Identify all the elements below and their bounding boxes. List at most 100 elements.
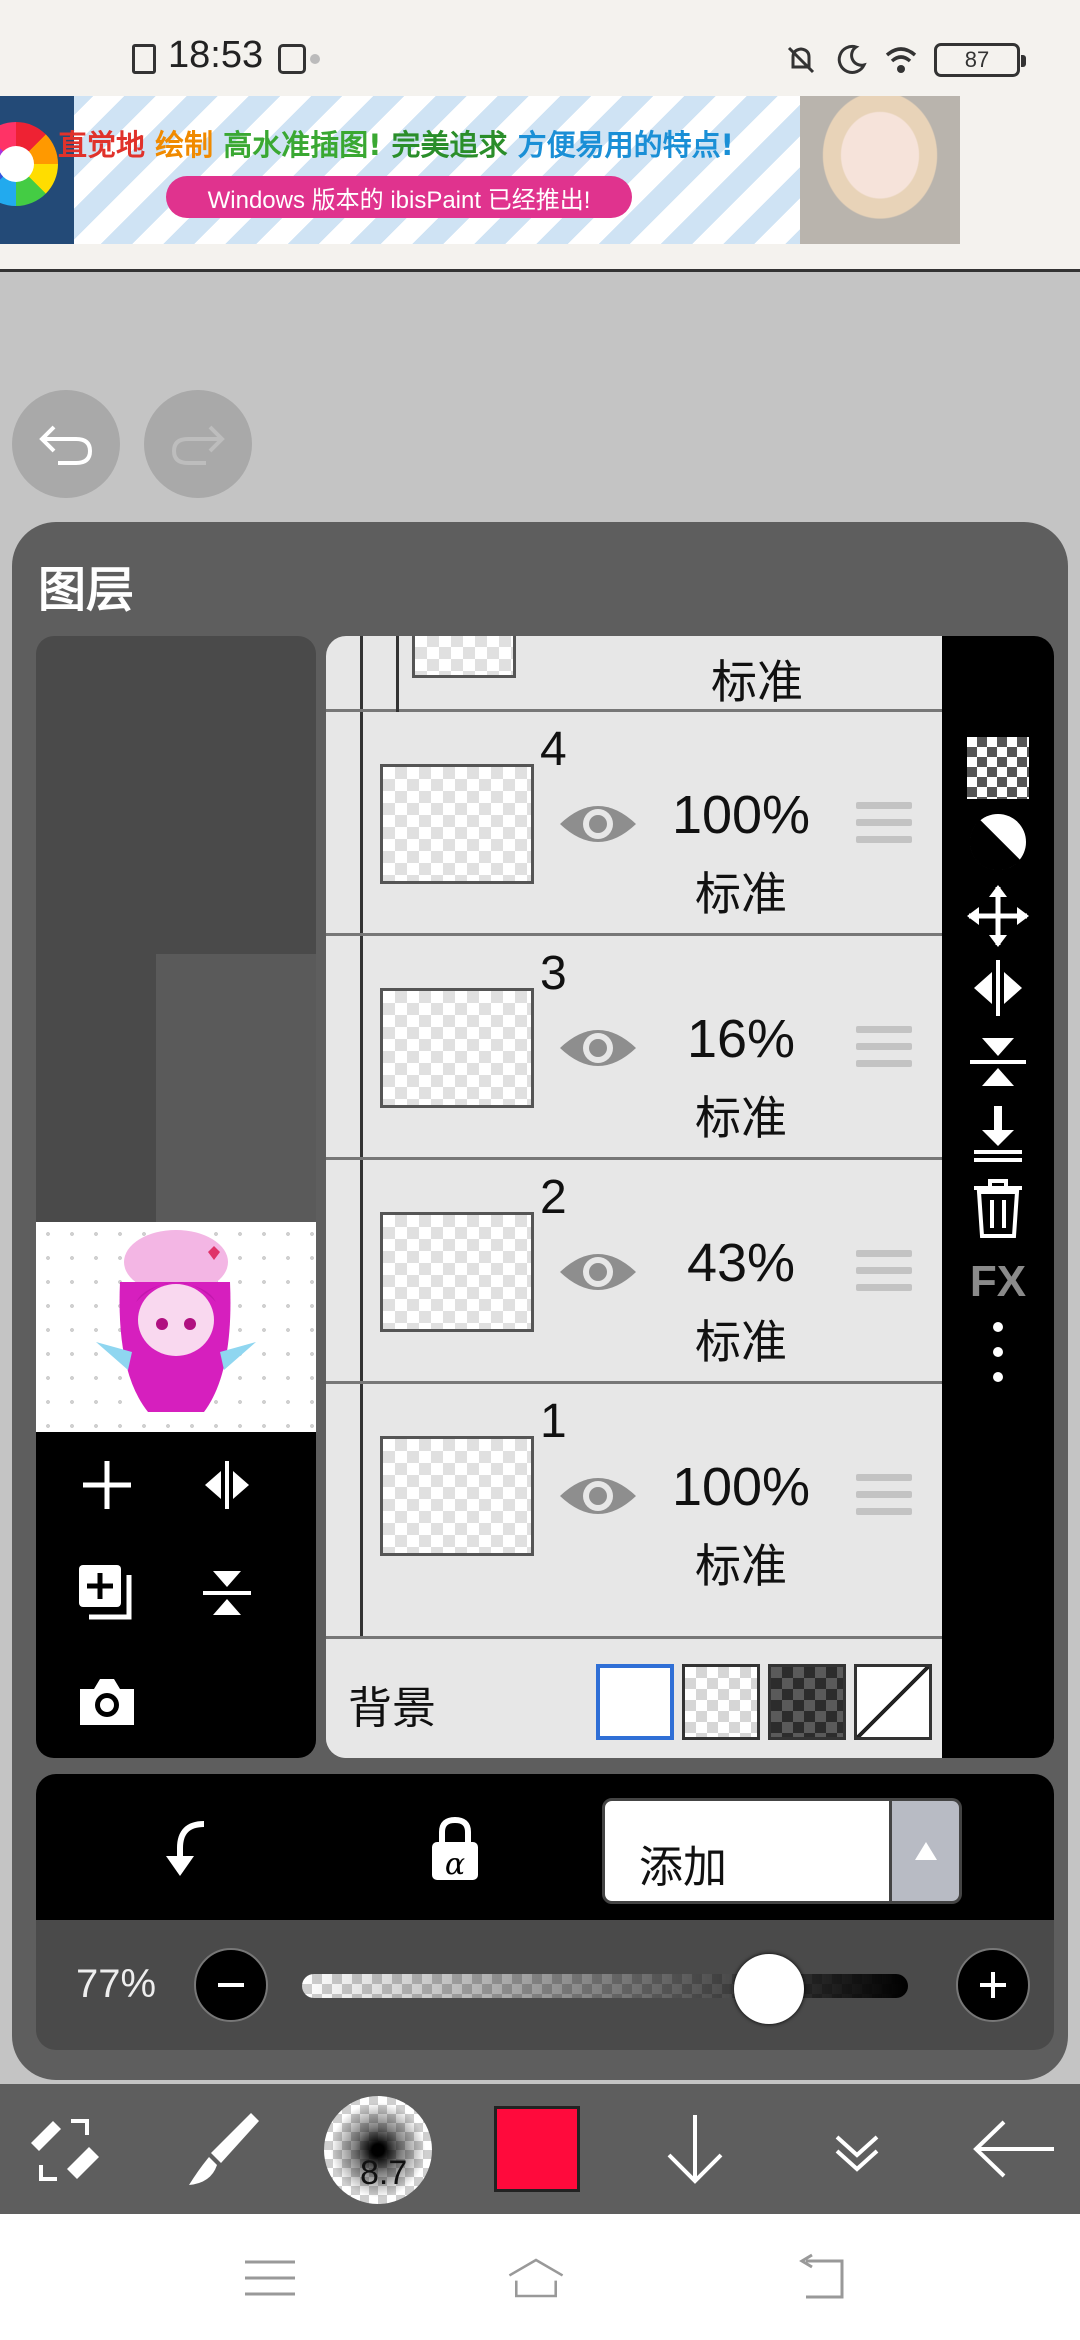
ibispaint-logo [0,96,74,244]
status-bar: 18:53 87 [0,0,1080,96]
more-options-button[interactable] [962,1316,1034,1388]
layer-row[interactable]: 3 16% 标准 [326,936,942,1160]
bg-white-swatch[interactable] [596,1664,674,1740]
layer-panel: 图层 标准 4 100% 标准 3 16% 标准 2 43% 标准 1 100%… [12,522,1068,2080]
background-label: 背景 [348,1683,436,1734]
moon-icon [837,44,867,74]
flip-vertical-button[interactable] [192,1558,262,1628]
move-down-button[interactable] [640,2094,750,2204]
eye-icon[interactable] [558,1468,638,1524]
banner-subline: Windows 版本的 ibisPaint 已经推出! [166,176,632,218]
layer-opacity: 43% [686,1233,796,1293]
menu-icon [245,2260,295,2296]
blend-mode-dropdown-button[interactable] [892,1798,962,1904]
nav-menu-button[interactable] [240,2248,300,2308]
canvas-preview-column [36,636,316,1758]
layer-row[interactable]: 4 100% 标准 [326,712,942,936]
blend-mode-select[interactable]: 添加 [602,1798,892,1904]
ad-banner-area: 直觉地 绘制 高水准插图! 完美追求 方便易用的特点! Windows 版本的 … [0,96,1080,272]
flip-layer-horizontal-button[interactable] [962,952,1034,1024]
blend-mode-bar: α 添加 [36,1774,1054,1920]
layer-blend-mode: 标准 [711,655,803,709]
layer-blend-mode: 标准 [695,1315,787,1369]
drag-handle-icon[interactable] [856,1250,912,1301]
alpha-lock-icon: α [432,1816,478,1882]
color-swatch[interactable] [494,2106,580,2192]
brush-size-button[interactable]: 8.7 [324,2096,432,2204]
background-row: 背景 [326,1636,942,1758]
system-nav-bar [0,2214,1080,2340]
bg-dark-checker-swatch[interactable] [768,1664,846,1740]
layer-opacity: 100% [671,1457,811,1517]
delete-layer-button[interactable] [962,1172,1034,1244]
preview-overlay [156,954,316,1222]
fx-button[interactable]: FX [962,1246,1034,1318]
layer-blend-mode: 标准 [695,1539,787,1593]
back-icon [799,2253,844,2299]
nav-home-button[interactable] [506,2248,566,2308]
layer-number: 1 [540,1395,567,1448]
bg-none-swatch[interactable] [854,1664,932,1740]
arrow-left-icon [973,2120,1054,2178]
layer-row[interactable]: 2 43% 标准 [326,1160,942,1384]
layer-opacity: 16% [686,1009,796,1069]
status-icons: 87 [784,40,1026,80]
bg-transparent-swatch[interactable] [682,1664,760,1740]
ad-banner[interactable]: 直觉地 绘制 高水准插图! 完美追求 方便易用的特点! Windows 版本的 … [0,96,960,244]
tool-switch-button[interactable] [10,2094,120,2204]
mute-icon [787,46,815,74]
undo-button[interactable] [12,390,120,498]
svg-text:α: α [445,1847,465,1882]
banner-headline-part: 完美追求 [391,128,518,162]
opacity-slider-handle[interactable] [733,1954,804,2024]
canvas-preview[interactable] [36,1222,316,1432]
opacity-increase-button[interactable] [956,1948,1030,2022]
drag-handle-icon[interactable] [856,1026,912,1077]
brush-tool-button[interactable] [168,2094,278,2204]
redo-button[interactable] [144,390,252,498]
clipping-button[interactable] [962,806,1034,878]
flip-layer-vertical-button[interactable] [962,1026,1034,1098]
undo-icon [39,425,93,465]
back-button[interactable] [960,2094,1070,2204]
eye-icon[interactable] [558,796,638,852]
fx-label: FX [969,1257,1027,1306]
layer-thumbnail [412,636,516,678]
collapse-panel-button[interactable] [802,2094,912,2204]
move-layer-button[interactable] [962,880,1034,952]
bottom-toolbar: 8.7 [0,2084,1080,2214]
double-chevron-down-icon [835,2135,879,2172]
layer-row[interactable]: 标准 [326,636,942,712]
status-time: 18:53 [168,34,264,76]
redo-icon [171,425,225,465]
banner-headline-part: 高水准插图! [223,128,392,162]
flip-horizontal-icon [205,1461,249,1509]
opacity-decrease-button[interactable] [194,1948,268,2022]
add-layer-button[interactable] [72,1450,142,1520]
checker-icon [967,737,1029,799]
file-icon [132,44,156,74]
layer-row[interactable]: 1 100% 标准 [326,1384,942,1608]
clipping-arrow-button[interactable] [144,1812,218,1886]
duplicate-layer-button[interactable] [72,1558,142,1628]
flip-horizontal-icon [974,960,1022,1016]
color-wheel-icon [0,122,58,206]
alpha-lock-button[interactable]: α [418,1812,492,1886]
opacity-slider[interactable] [302,1974,908,1998]
transparency-button[interactable] [962,732,1034,804]
flip-horizontal-button[interactable] [192,1450,262,1520]
minus-icon [218,1983,244,1987]
eye-icon[interactable] [558,1020,638,1076]
eye-icon[interactable] [558,1244,638,1300]
divider [326,1636,942,1639]
layer-blend-mode: 标准 [695,1091,787,1145]
merge-down-icon [974,1106,1022,1162]
preview-tools [36,1432,316,1758]
drag-handle-icon[interactable] [856,1474,912,1525]
nav-back-button[interactable] [792,2248,852,2308]
layer-list[interactable]: 标准 4 100% 标准 3 16% 标准 2 43% 标准 1 100% 标准… [326,636,942,1758]
merge-down-button[interactable] [962,1098,1034,1170]
camera-button[interactable] [72,1666,142,1736]
drag-handle-icon[interactable] [856,802,912,853]
layer-thumbnail [380,1436,534,1556]
